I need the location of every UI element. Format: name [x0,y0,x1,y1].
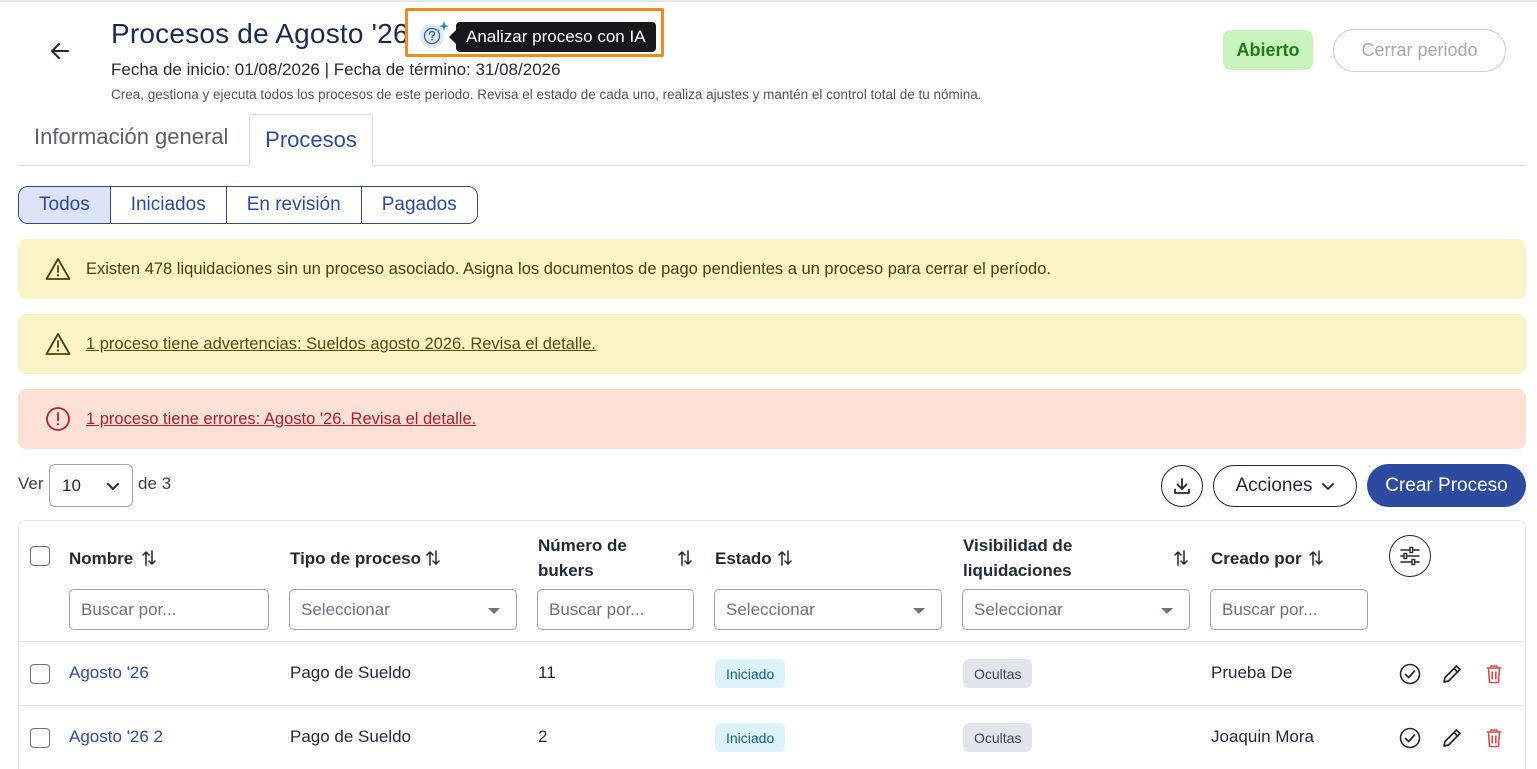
type-filter-select[interactable]: Seleccionar [289,589,517,630]
warning-detail-link[interactable]: 1 proceso tiene advertencias: Sueldos ag… [86,335,596,354]
visibility-badge: Ocultas [963,659,1033,688]
check-circle-icon [1399,727,1421,749]
tab-processes[interactable]: Procesos [249,114,373,166]
filter-all[interactable]: Todos [19,187,111,223]
approve-button[interactable] [1398,726,1422,750]
status-badge: Iniciado [715,659,786,688]
error-detail-link[interactable]: 1 proceso tiene errores: Agosto '26. Rev… [86,410,476,429]
status-filter-group: Todos Iniciados En revisión Pagados [18,186,478,224]
page-description: Crea, gestiona y ejecuta todos los proce… [111,87,982,102]
col-header-bukers-line1: Número de [538,536,627,555]
page-size-value: 10 [62,475,81,495]
process-type: Pago de Sueldo [290,727,411,746]
status-filter-select[interactable]: Seleccionar [714,589,942,630]
visibility-badge: Ocultas [963,723,1033,752]
caret-down-icon [488,608,500,614]
col-header-bukers[interactable]: Número de bukers [538,533,627,583]
approve-button[interactable] [1398,662,1422,686]
tab-general-info[interactable]: Información general [34,124,228,150]
error-alert: 1 proceso tiene errores: Agosto '26. Rev… [18,389,1526,449]
actions-label: Acciones [1235,475,1313,496]
sliders-icon [1400,546,1420,566]
creator-name: Joaquin Mora [1211,727,1315,746]
bukers-count: 2 [538,727,548,746]
download-icon [1174,478,1190,494]
filter-started[interactable]: Iniciados [110,187,227,223]
process-type: Pago de Sueldo [290,663,411,682]
ai-sparkle-help-icon [420,21,449,48]
close-period-button[interactable]: Cerrar periodo [1333,29,1506,72]
row-checkbox[interactable] [30,664,50,684]
col-header-visibility-line1: Visibilidad de [963,536,1073,555]
table-row: Agosto '26 2 Pago de Sueldo 2 Iniciado O… [19,706,1525,769]
sort-icon[interactable] [141,549,157,567]
row-checkbox[interactable] [30,728,50,748]
pencil-icon [1443,729,1461,747]
edit-button[interactable] [1440,662,1464,686]
bukers-search-input[interactable]: Buscar por... [537,589,694,630]
page-count-label: de 3 [138,474,172,493]
status-filter-placeholder: Seleccionar [726,599,815,619]
edit-button[interactable] [1440,726,1464,750]
warning-text: Existen 478 liquidaciones sin un proceso… [86,259,1051,278]
type-filter-placeholder: Seleccionar [301,599,390,619]
sort-icon[interactable] [1308,549,1324,567]
select-all-checkbox[interactable] [30,546,50,566]
check-circle-icon [1399,663,1421,685]
back-button[interactable] [42,33,78,69]
process-name-link[interactable]: Agosto '26 [69,663,149,683]
show-label: Ver [18,474,44,493]
col-header-status[interactable]: Estado [715,546,772,571]
chevron-down-icon [107,483,119,490]
delete-button[interactable] [1482,726,1506,750]
warning-icon [44,330,72,358]
col-header-creator[interactable]: Creado por [1211,546,1302,571]
bukers-count: 11 [538,663,556,682]
warning-icon [44,255,72,283]
visibility-filter-select[interactable]: Seleccionar [962,589,1190,630]
delete-button[interactable] [1482,662,1506,686]
sort-icon[interactable] [425,549,441,567]
col-header-visibility[interactable]: Visibilidad de liquidaciones [963,533,1072,583]
col-header-visibility-line2: liquidaciones [963,561,1072,580]
warning-alert-unassigned: Existen 478 liquidaciones sin un proceso… [18,239,1526,299]
sort-icon[interactable] [677,549,693,567]
trash-icon [1486,665,1502,684]
filter-paid[interactable]: Pagados [361,187,477,223]
top-divider [0,0,1537,2]
ai-analyze-button[interactable] [416,20,452,52]
caret-down-icon [1161,608,1173,614]
trash-icon [1486,729,1502,748]
arrow-left-icon [51,43,69,59]
creator-search-input[interactable]: Buscar por... [1210,589,1368,630]
period-dates: Fecha de inicio: 01/08/2026 | Fecha de t… [111,60,561,79]
col-header-name[interactable]: Nombre [69,546,133,571]
filter-in-review[interactable]: En revisión [226,187,362,223]
visibility-filter-placeholder: Seleccionar [974,599,1063,619]
status-badge: Abierto [1223,30,1313,70]
ai-tooltip: Analizar proceso con IA [449,22,656,52]
col-header-type[interactable]: Tipo de proceso [290,546,421,571]
page-title: Procesos de Agosto '26 [111,18,409,49]
processes-table: Nombre Tipo de proceso Número de bukers … [18,520,1526,769]
error-icon [44,405,72,433]
col-header-bukers-line2: bukers [538,561,594,580]
sort-icon[interactable] [1173,549,1189,567]
actions-dropdown[interactable]: Acciones [1213,465,1357,507]
column-settings-button[interactable] [1389,535,1431,577]
status-badge: Iniciado [715,723,786,752]
pencil-icon [1443,665,1461,683]
sort-icon[interactable] [777,549,793,567]
chevron-down-icon [1321,483,1334,490]
warning-alert-process: 1 proceso tiene advertencias: Sueldos ag… [18,314,1526,374]
name-search-input[interactable]: Buscar por... [69,589,269,630]
creator-name: Prueba De [1211,663,1293,682]
caret-down-icon [913,608,925,614]
table-row: Agosto '26 Pago de Sueldo 11 Iniciado Oc… [19,642,1525,706]
download-button[interactable] [1161,465,1203,507]
page-size-select[interactable]: 10 [49,464,133,507]
create-process-button[interactable]: Crear Proceso [1367,464,1526,507]
tabs-divider [18,165,1526,166]
process-name-link[interactable]: Agosto '26 2 [69,727,163,747]
